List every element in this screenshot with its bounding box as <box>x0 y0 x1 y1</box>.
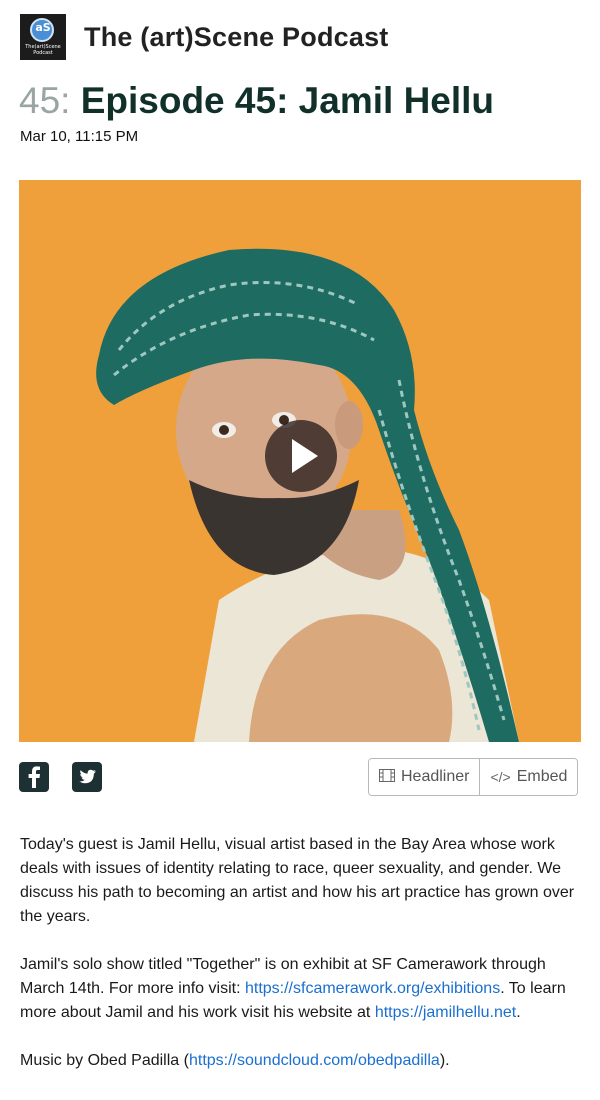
embed-button[interactable]: </> Embed <box>479 759 578 795</box>
description-paragraph-1: Today's guest is Jamil Hellu, visual art… <box>20 836 575 925</box>
film-icon <box>379 769 395 785</box>
sfcamerawork-link[interactable]: https://sfcamerawork.org/exhibitions <box>245 980 500 997</box>
episode-number: 45: <box>19 80 71 121</box>
facebook-share-button[interactable] <box>19 762 49 792</box>
twitter-icon <box>79 769 96 784</box>
embed-label: Embed <box>516 768 568 785</box>
code-icon: </> <box>490 769 511 785</box>
soundcloud-link[interactable]: https://soundcloud.com/obedpadilla <box>189 1052 440 1069</box>
podcast-title[interactable]: The (art)Scene Podcast <box>84 22 389 53</box>
logo-subtext: The(art)Scene Podcast <box>25 44 61 56</box>
jamilhellu-link[interactable]: https://jamilhellu.net <box>375 1004 516 1021</box>
facebook-icon <box>28 766 40 788</box>
logo-monogram: aS <box>35 21 51 34</box>
description-paragraph-3: Music by Obed Padilla (https://soundclou… <box>20 1049 580 1073</box>
description-paragraph-2: Jamil's solo show titled "Together" is o… <box>20 953 580 1025</box>
episode-description: Today's guest is Jamil Hellu, visual art… <box>20 833 580 1097</box>
episode-title: 45: Episode 45: Jamil Hellu <box>19 80 494 122</box>
podcast-logo[interactable]: aS The(art)Scene Podcast <box>20 14 66 60</box>
podcast-header: aS The(art)Scene Podcast The (art)Scene … <box>20 13 389 61</box>
twitter-share-button[interactable] <box>72 762 102 792</box>
action-buttons: Headliner </> Embed <box>368 758 579 796</box>
headliner-button[interactable]: Headliner <box>369 759 480 795</box>
text-span: ). <box>439 1052 450 1069</box>
episode-title-text: Episode 45: Jamil Hellu <box>80 80 495 121</box>
play-button[interactable] <box>265 420 337 492</box>
episode-date: Mar 10, 11:15 PM <box>20 128 139 145</box>
headliner-label: Headliner <box>401 768 470 785</box>
text-span: . <box>516 1004 521 1021</box>
text-span: Music by Obed Padilla ( <box>20 1052 189 1069</box>
